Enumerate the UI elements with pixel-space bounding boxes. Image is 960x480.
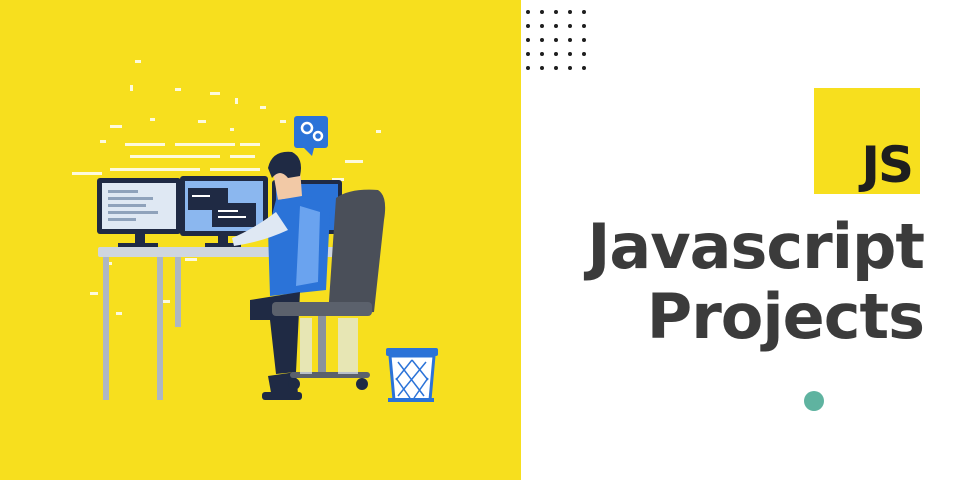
developer-desk-illustration	[72, 60, 438, 402]
gear-chat-icon	[294, 116, 328, 156]
hero-illustration-panel	[0, 0, 521, 480]
decorative-dot-grid	[526, 10, 586, 70]
title-line-2: Projects	[646, 280, 925, 353]
page-title: Javascript Projects	[587, 210, 925, 353]
title-line-1: Javascript	[587, 210, 925, 283]
decorative-teal-dot	[804, 391, 824, 411]
waste-basket	[386, 348, 438, 402]
js-logo-text: JS	[861, 136, 914, 194]
js-logo: JS	[814, 88, 920, 194]
